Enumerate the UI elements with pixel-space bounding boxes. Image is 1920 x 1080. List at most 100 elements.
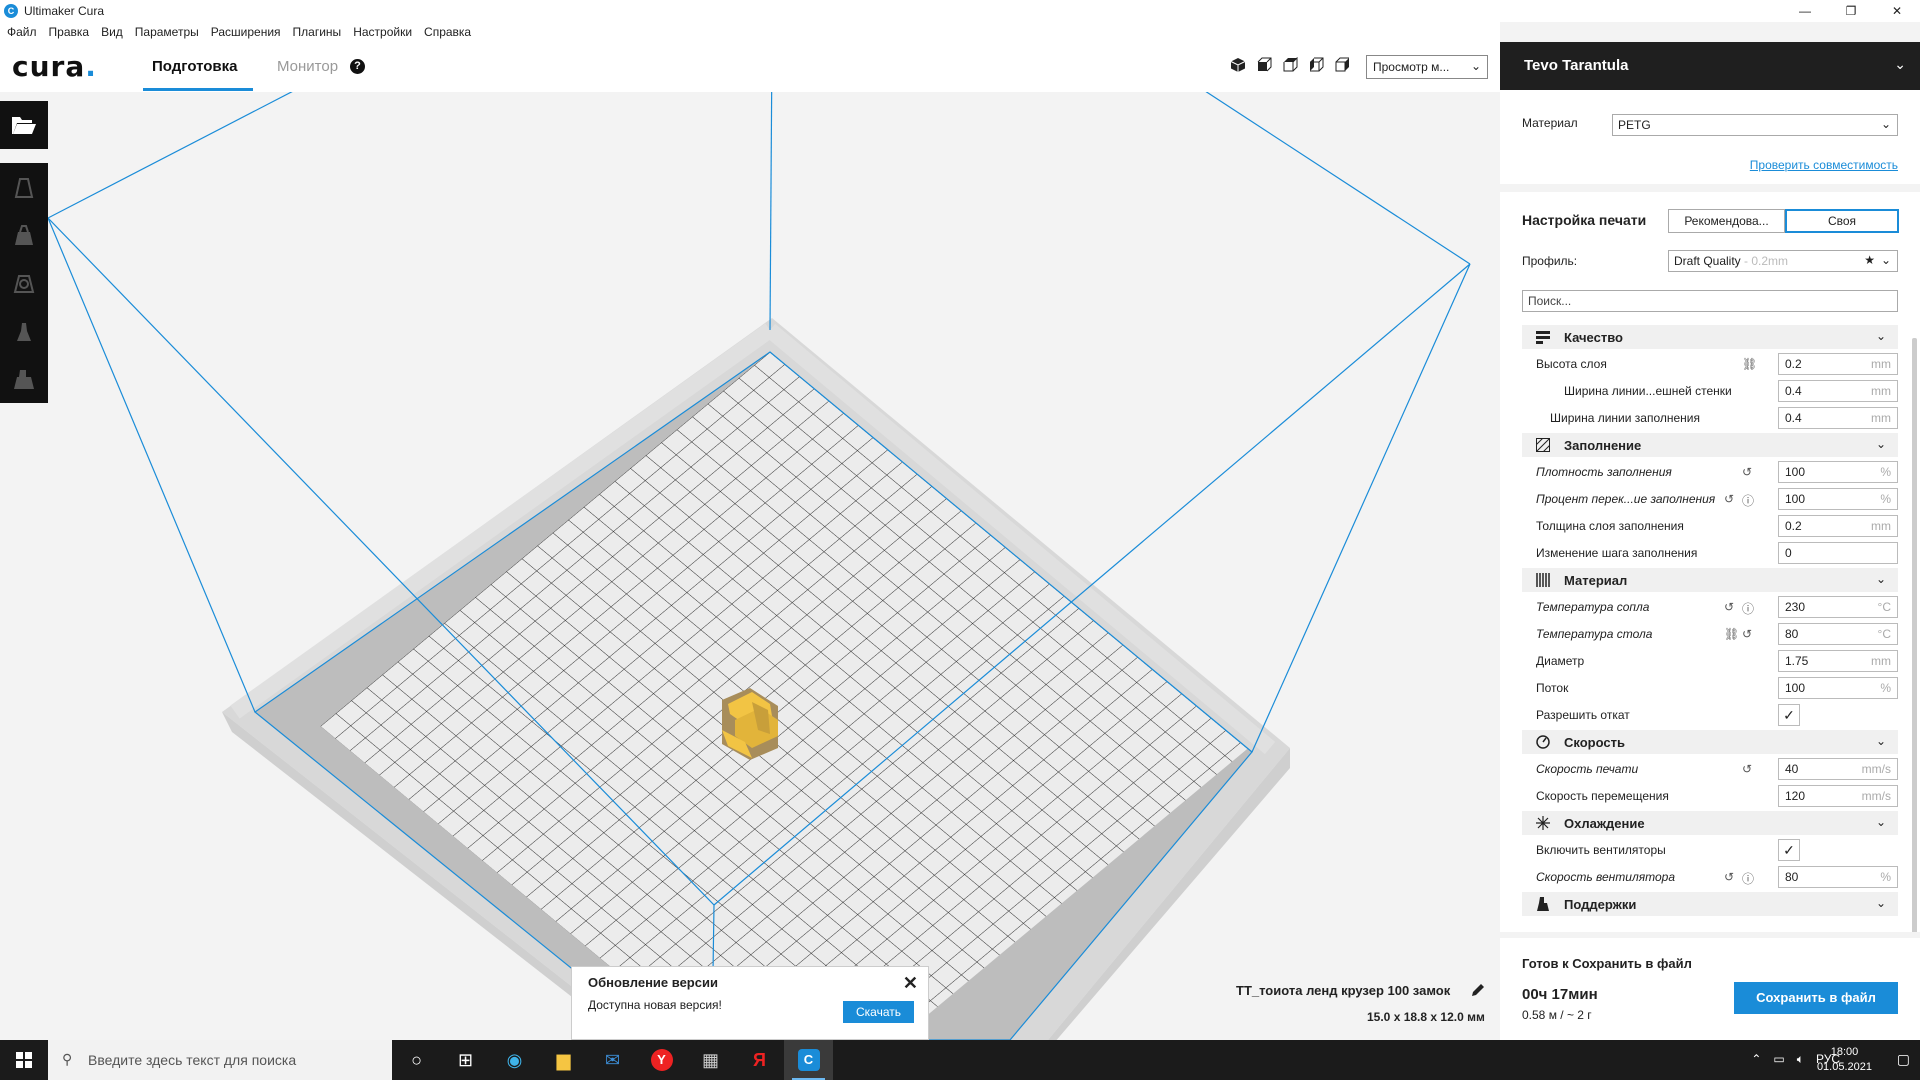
infill-icon — [1535, 437, 1551, 453]
setting-input[interactable]: 1.75 mm — [1778, 650, 1898, 672]
setting-input[interactable]: 0.2 mm — [1778, 515, 1898, 537]
rotate-tool-button[interactable] — [0, 259, 48, 307]
reset-icon[interactable]: ↺ — [1742, 465, 1752, 479]
save-to-file-button[interactable]: Сохранить в файл — [1734, 982, 1898, 1014]
yandex-icon[interactable]: Я — [735, 1040, 784, 1080]
edge-browser-icon[interactable]: ◉ — [490, 1040, 539, 1080]
quality-icon — [1536, 330, 1550, 344]
menu-edit[interactable]: Правка — [49, 25, 90, 39]
open-file-button[interactable] — [0, 101, 48, 149]
info-icon[interactable]: ⓘ — [1742, 870, 1754, 887]
start-button[interactable] — [0, 1040, 48, 1080]
link-icon[interactable]: ⛓ — [1742, 357, 1757, 371]
support-blocker-tool-button[interactable] — [0, 355, 48, 403]
settings-scrollbar[interactable] — [1912, 338, 1917, 938]
top-view-icon[interactable] — [1282, 56, 1298, 73]
setting-checkbox[interactable]: ✓ — [1778, 839, 1800, 861]
task-view-icon[interactable]: ○ — [392, 1040, 441, 1080]
category-material[interactable]: Материал ⌄ — [1522, 568, 1898, 592]
category-speed[interactable]: Скорость ⌄ — [1522, 730, 1898, 754]
minimize-button[interactable]: — — [1782, 0, 1828, 22]
link-icon[interactable]: ⛓ — [1724, 627, 1739, 641]
close-window-button[interactable]: ✕ — [1874, 0, 1920, 22]
category-infill[interactable]: Заполнение ⌄ — [1522, 433, 1898, 457]
3d-viewport[interactable] — [47, 41, 1500, 1080]
reset-icon[interactable]: ↺ — [1724, 870, 1734, 884]
yandex-browser-icon[interactable]: Y — [637, 1040, 686, 1080]
custom-mode-button[interactable]: Своя — [1785, 209, 1899, 233]
maximize-button[interactable]: ❐ — [1828, 0, 1874, 22]
menu-preferences[interactable]: Настройки — [353, 25, 412, 39]
notifications-icon[interactable]: ▢ — [1897, 1051, 1910, 1068]
category-quality[interactable]: Качество ⌄ — [1522, 325, 1898, 349]
setting-input[interactable]: 40 mm/s — [1778, 758, 1898, 780]
setting-input[interactable]: 100% — [1778, 488, 1898, 510]
right-view-icon[interactable] — [1334, 57, 1350, 73]
printer-selector[interactable]: Tevo Tarantula ⌄ — [1500, 42, 1920, 90]
setting-input[interactable]: 80% — [1778, 866, 1898, 888]
help-icon[interactable]: ? — [350, 59, 365, 74]
setting-input[interactable]: 100% — [1778, 461, 1898, 483]
star-icon[interactable]: ★ — [1864, 253, 1875, 267]
profile-select[interactable]: Draft Quality - 0.2mm ★ ⌄ — [1668, 250, 1898, 272]
setting-input[interactable]: 0.4 mm — [1778, 380, 1898, 402]
menu-plugins[interactable]: Плагины — [293, 25, 342, 39]
setting-row: Ширина линии заполнения 0.4 mm — [1522, 405, 1898, 432]
front-view-icon[interactable] — [1256, 57, 1272, 73]
download-button[interactable]: Скачать — [843, 1001, 914, 1023]
chevron-down-icon: ⌄ — [1875, 815, 1886, 829]
menu-extensions[interactable]: Расширения — [211, 25, 281, 39]
mirror-tool-button[interactable] — [0, 307, 48, 355]
setting-checkbox[interactable]: ✓ — [1778, 704, 1800, 726]
menu-help[interactable]: Справка — [424, 25, 471, 39]
setting-input[interactable]: 100% — [1778, 677, 1898, 699]
chevron-up-icon[interactable]: ⌃ — [1751, 1052, 1761, 1067]
category-cooling[interactable]: Охлаждение ⌄ — [1522, 811, 1898, 835]
setting-input[interactable]: 230 °C — [1778, 596, 1898, 618]
setting-label: Температура стола — [1536, 627, 1653, 641]
calculator-icon[interactable]: ▦ — [686, 1040, 735, 1080]
close-icon[interactable]: ✕ — [903, 973, 918, 994]
tab-prepare[interactable]: Подготовка — [152, 58, 238, 75]
reset-icon[interactable]: ↺ — [1724, 492, 1734, 506]
menu-view[interactable]: Вид — [101, 25, 123, 39]
view-type-select[interactable]: Просмотр м... ⌄ — [1366, 55, 1488, 79]
info-icon[interactable]: ⓘ — [1742, 600, 1754, 617]
clock[interactable]: 18:00 01.05.2021 — [1817, 1045, 1872, 1075]
setting-input[interactable]: 0.2 mm — [1778, 353, 1898, 375]
file-explorer-icon[interactable]: ▆ — [539, 1040, 588, 1080]
setting-input[interactable]: 80 °C — [1778, 623, 1898, 645]
left-view-icon[interactable] — [1308, 57, 1324, 73]
material-select[interactable]: PETG ⌄ — [1612, 114, 1898, 136]
setting-input[interactable]: 120 mm/s — [1778, 785, 1898, 807]
reset-icon[interactable]: ↺ — [1742, 627, 1752, 641]
setting-unit: °C — [1877, 600, 1891, 614]
mail-icon[interactable]: ✉ — [588, 1040, 637, 1080]
setting-row: Высота слоя ⛓ 0.2 mm — [1522, 351, 1898, 378]
settings-search-input[interactable]: Поиск... — [1522, 290, 1898, 312]
chevron-down-icon: ⌄ — [1875, 329, 1886, 343]
reset-icon[interactable]: ↺ — [1742, 762, 1752, 776]
taskbar-search-input[interactable]: ⚲ Введите здесь текст для поиска — [48, 1040, 392, 1080]
reset-icon[interactable]: ↺ — [1724, 600, 1734, 614]
scale-tool-button[interactable] — [0, 211, 48, 259]
recommended-mode-button[interactable]: Рекомендова... — [1668, 209, 1785, 233]
menu-file[interactable]: Файл — [7, 25, 37, 39]
category-label: Охлаждение — [1564, 816, 1645, 831]
setting-input[interactable]: 0 — [1778, 542, 1898, 564]
volume-icon[interactable]: 🔈︎ — [1797, 1052, 1804, 1067]
move-tool-button[interactable] — [0, 163, 48, 211]
menu-settings[interactable]: Параметры — [135, 25, 199, 39]
pencil-icon[interactable] — [1470, 982, 1486, 998]
network-icon[interactable]: ▭ — [1773, 1052, 1784, 1067]
cura-taskbar-icon[interactable]: C — [784, 1040, 833, 1080]
print-setup-title: Настройка печати — [1522, 212, 1647, 228]
tab-monitor[interactable]: Монитор — [277, 58, 338, 75]
category-support[interactable]: Поддержки ⌄ — [1522, 892, 1898, 916]
3d-view-icon[interactable] — [1230, 57, 1246, 73]
camera-view-buttons — [1230, 56, 1350, 73]
setting-input[interactable]: 0.4 mm — [1778, 407, 1898, 429]
task-switcher-icon[interactable]: ⊞ — [441, 1040, 490, 1080]
info-icon[interactable]: ⓘ — [1742, 492, 1754, 509]
check-compatibility-link[interactable]: Проверить совместимость — [1750, 158, 1898, 172]
